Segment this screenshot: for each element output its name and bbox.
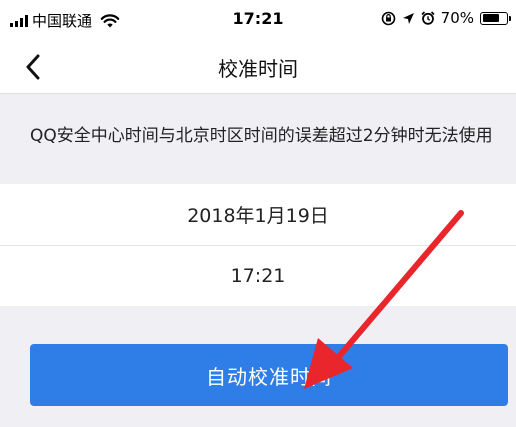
status-bar: 中国联通 17:21 70% (0, 0, 516, 38)
battery-percent: 70% (440, 9, 474, 27)
time-value: 17:21 (230, 265, 286, 287)
page-title: 校准时间 (218, 57, 298, 81)
rotation-lock-icon (381, 11, 395, 25)
status-right: 70% (381, 9, 511, 27)
date-value: 2018年1月19日 (187, 205, 329, 227)
time-info-card: 2018年1月19日 17:21 (0, 184, 516, 306)
time-row: 17:21 (0, 245, 516, 306)
battery-fill (482, 14, 499, 22)
back-button[interactable] (18, 52, 48, 82)
auto-calibrate-label: 自动校准时间 (206, 364, 332, 389)
battery-icon (480, 11, 511, 25)
auto-calibrate-button[interactable]: 自动校准时间 (30, 344, 508, 406)
date-row: 2018年1月19日 (0, 184, 516, 245)
alarm-icon (421, 11, 435, 25)
notice-text: QQ安全中心时间与北京时区时间的误差超过2分钟时无法使用 (0, 108, 516, 184)
navigation-bar: 校准时间 (0, 38, 516, 94)
chevron-left-icon (26, 54, 40, 80)
location-icon (402, 12, 414, 24)
